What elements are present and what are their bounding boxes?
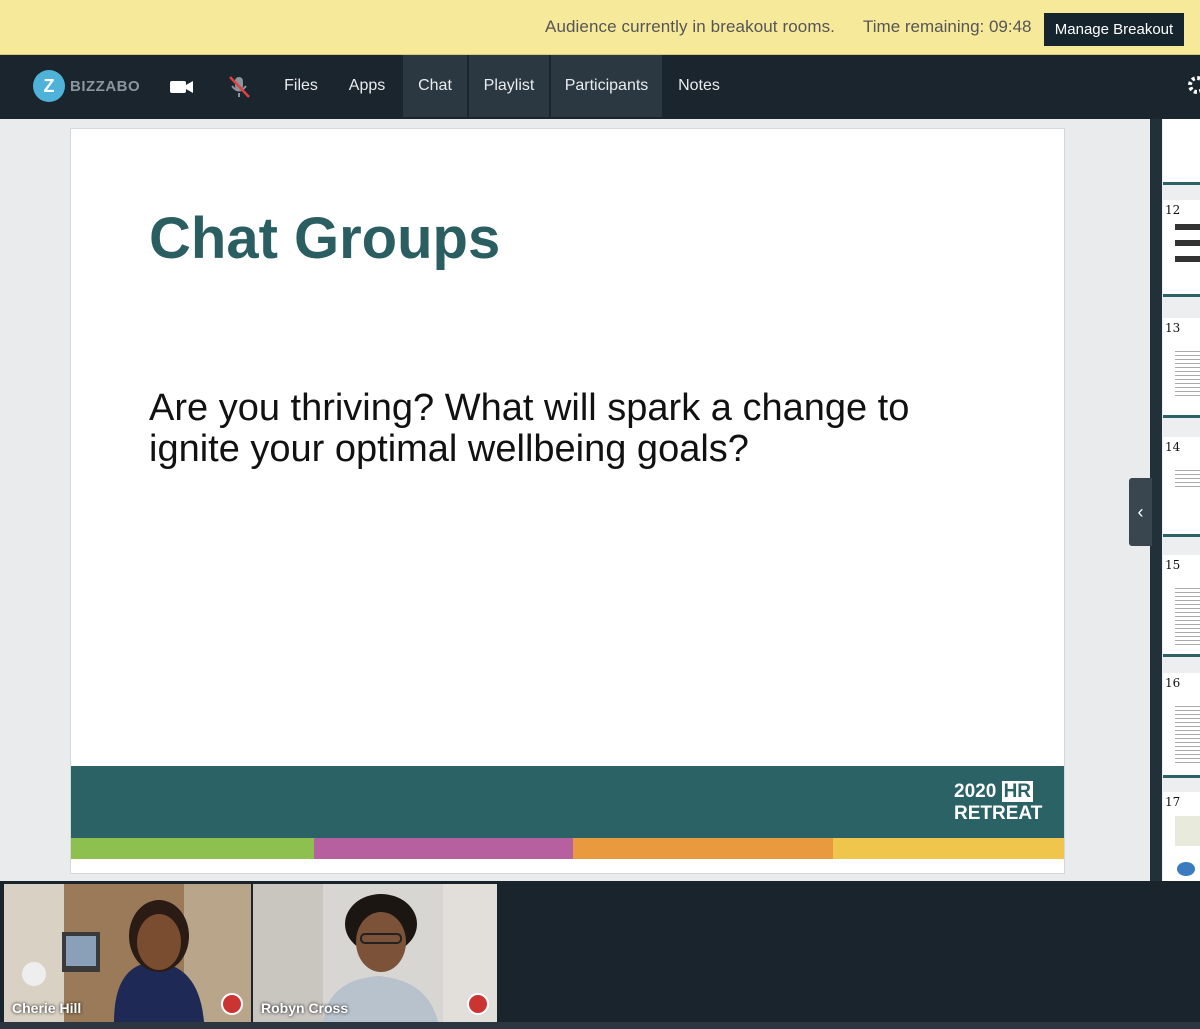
retreat-logo-hr: HR — [1001, 781, 1034, 802]
thumbnail-number: 16 — [1165, 676, 1181, 690]
nav-notes[interactable]: Notes — [667, 55, 731, 117]
retreat-logo: 2020 HR RETREAT — [954, 781, 1042, 825]
slide-footer-band — [71, 766, 1064, 838]
gear-icon[interactable] — [1186, 74, 1200, 96]
nav-files[interactable]: Files — [270, 55, 332, 117]
retreat-logo-retreat: RETREAT — [954, 803, 1043, 824]
logo-text: BIZZABO — [70, 78, 141, 95]
chevron-left-icon: ‹ — [1137, 502, 1144, 522]
retreat-logo-year: 2020 — [954, 781, 997, 802]
participant-name: Cherie Hill — [12, 1000, 82, 1016]
bizzabo-logo: Z — [33, 70, 65, 102]
mic-muted-icon[interactable] — [226, 75, 252, 99]
video-camera-icon[interactable] — [169, 75, 195, 99]
thumbnail-number: 17 — [1165, 795, 1181, 809]
manage-breakout-button[interactable]: Manage Breakout — [1044, 13, 1184, 46]
slide-body: Are you thriving? What will spark a chan… — [149, 387, 910, 470]
participant-name: Robyn Cross — [261, 1000, 349, 1016]
mic-muted-icon — [221, 993, 243, 1015]
slide-thumbnail[interactable]: 15 — [1163, 555, 1200, 657]
slide-thumbnail[interactable]: 13 — [1163, 318, 1200, 418]
collapse-panel-button[interactable]: ‹ — [1129, 478, 1152, 546]
bottom-scrollbar[interactable] — [0, 1022, 1200, 1029]
nav-playlist[interactable]: Playlist — [469, 55, 549, 117]
participant-tile[interactable]: Robyn Cross — [253, 884, 497, 1022]
thumbnail-number: 13 — [1165, 321, 1181, 335]
nav-participants[interactable]: Participants — [551, 55, 662, 117]
slide-thumbnail[interactable]: 12 — [1163, 200, 1200, 297]
thumbnail-number: 14 — [1165, 440, 1181, 454]
mic-muted-icon — [467, 993, 489, 1015]
stripe-yellow — [833, 838, 1064, 859]
stripe-green — [71, 838, 314, 859]
breakout-status-text: Audience currently in breakout rooms. — [545, 17, 836, 36]
stripe-orange — [573, 838, 833, 859]
stripe-purple — [314, 838, 573, 859]
nav-apps[interactable]: Apps — [336, 55, 398, 117]
time-remaining: Time remaining: 09:48 — [863, 17, 1032, 36]
slide-thumbnail[interactable] — [1163, 119, 1200, 185]
thumbnail-number: 12 — [1165, 203, 1181, 217]
slide-thumbnail[interactable]: 14 — [1163, 437, 1200, 537]
participant-tile[interactable]: Cherie Hill — [4, 884, 251, 1022]
slide-thumbnail[interactable]: 16 — [1163, 673, 1200, 778]
slide-thumbnail[interactable]: 17 — [1163, 792, 1200, 881]
slide-title: Chat Groups — [149, 206, 501, 271]
thumbnail-number: 15 — [1165, 558, 1181, 572]
nav-chat[interactable]: Chat — [403, 55, 467, 117]
